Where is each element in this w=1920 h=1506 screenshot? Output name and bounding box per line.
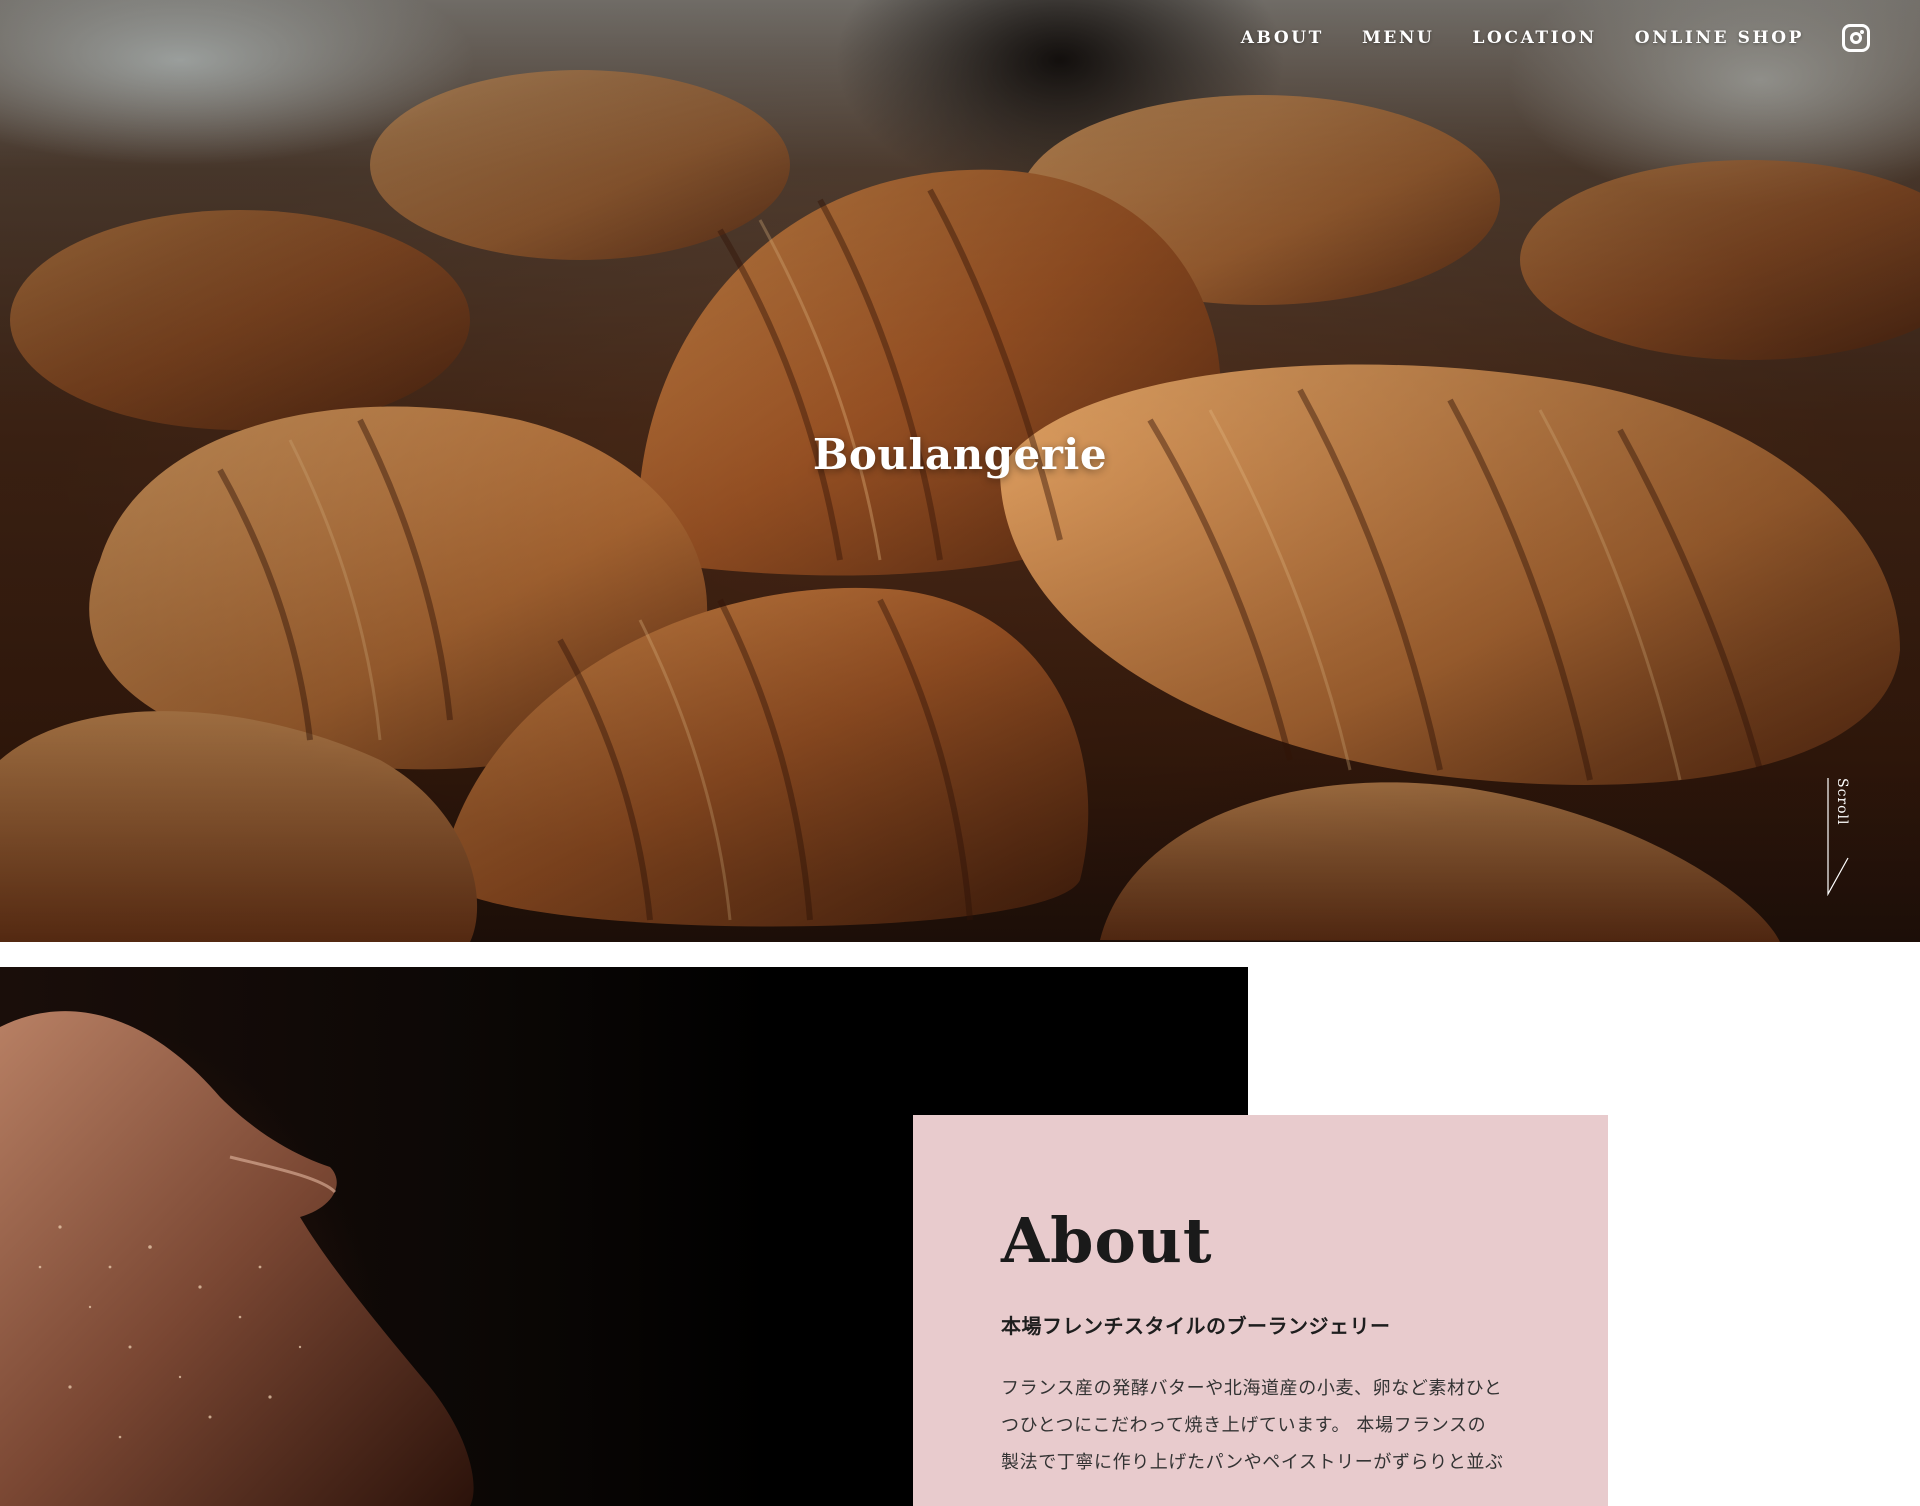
scroll-label: Scroll: [1834, 778, 1850, 826]
hero-section: ABOUT MENU LOCATION ONLINE SHOP Boulange…: [0, 0, 1920, 942]
nav-online-shop[interactable]: ONLINE SHOP: [1635, 28, 1804, 48]
about-heading: About: [1001, 1204, 1213, 1277]
main-nav: ABOUT MENU LOCATION ONLINE SHOP: [1241, 24, 1870, 52]
scroll-indicator[interactable]: Scroll: [1826, 778, 1856, 896]
about-body-line: フランス産の発酵バターや北海道産の小麦、卵など素材ひと: [1001, 1378, 1503, 1399]
nav-location[interactable]: LOCATION: [1472, 28, 1596, 48]
nav-menu[interactable]: MENU: [1362, 28, 1435, 48]
about-subheading: 本場フレンチスタイルのブーランジェリー: [1001, 1314, 1391, 1338]
about-body: フランス産の発酵バターや北海道産の小麦、卵など素材ひと つひとつにこだわって焼き…: [1001, 1370, 1531, 1481]
about-body-line: つひとつにこだわって焼き上げています。 本場フランスの: [1001, 1415, 1487, 1436]
instagram-icon[interactable]: [1842, 24, 1870, 52]
nav-about[interactable]: ABOUT: [1241, 28, 1324, 48]
about-card: About 本場フレンチスタイルのブーランジェリー フランス産の発酵バターや北海…: [913, 1115, 1608, 1506]
hero-title: Boulangerie: [812, 430, 1108, 479]
about-body-line: 製法で丁寧に作り上げたパンやペイストリーがずらりと並ぶ: [1001, 1452, 1504, 1473]
